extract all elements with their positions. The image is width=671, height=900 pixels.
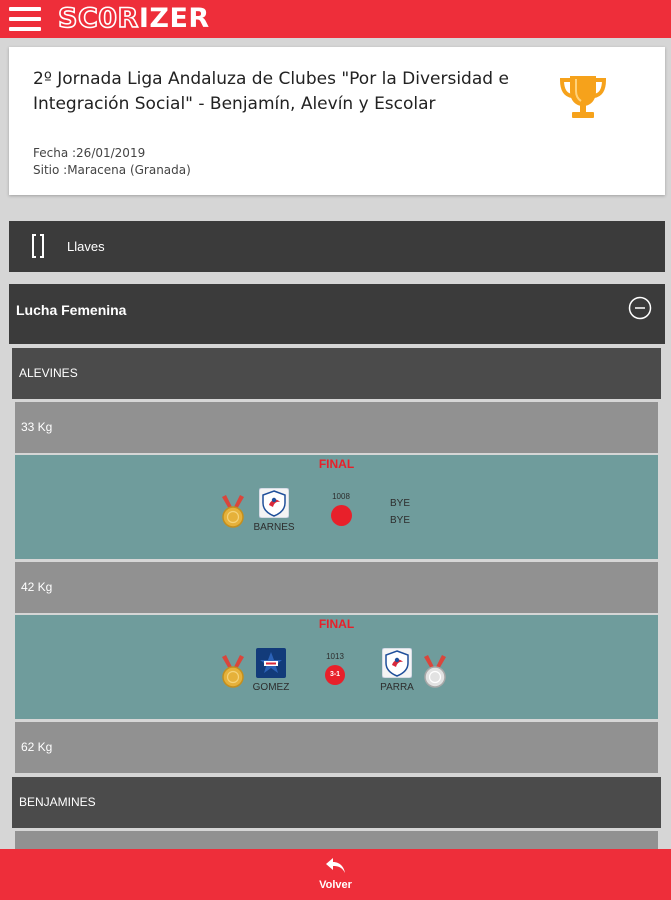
- weight-label: 33 Kg: [21, 420, 53, 434]
- bout-status-dot: [331, 505, 352, 526]
- athlete-name: PARRA: [380, 682, 414, 693]
- top-app-bar: SC0RIZER: [0, 0, 671, 38]
- match-card[interactable]: FINAL BARNES 1008 BYE BYE: [15, 455, 658, 559]
- bout-number: 1008: [332, 492, 350, 501]
- weight-42kg[interactable]: 42 Kg: [15, 562, 658, 613]
- club-logo-gomez: [256, 648, 286, 678]
- weight-33kg[interactable]: 33 Kg: [15, 402, 658, 453]
- athlete-name: BARNES: [253, 522, 295, 533]
- back-arrow-icon: [326, 858, 345, 873]
- weight-62kg[interactable]: 62 Kg: [15, 722, 658, 773]
- bout-score: 3-1: [325, 665, 345, 685]
- trophy-icon: [559, 76, 607, 118]
- silver-medal-icon: [424, 655, 446, 688]
- opponent-bye: BYE: [390, 498, 411, 509]
- category-label: BENJAMINES: [19, 795, 96, 809]
- bout-number: 1013: [326, 652, 344, 661]
- llaves-bar[interactable]: Llaves: [9, 221, 665, 272]
- weight-label: 42 Kg: [21, 580, 53, 594]
- gold-medal-icon: [222, 495, 244, 528]
- category-label: ALEVINES: [19, 366, 78, 380]
- opponent-bye: BYE: [390, 515, 411, 526]
- collapse-icon[interactable]: [628, 296, 652, 320]
- back-button[interactable]: Volver: [0, 849, 671, 900]
- club-logo-barnes: [259, 488, 289, 518]
- section-title: Lucha Femenina: [16, 302, 127, 318]
- event-title: 2º Jornada Liga Andaluza de Clubes "Por …: [33, 69, 509, 114]
- app-logo: SC0RIZER: [57, 2, 210, 35]
- event-date: Fecha :26/01/2019: [33, 146, 146, 160]
- weight-row-partial: [15, 831, 658, 851]
- section-header-lucha-femenina[interactable]: Lucha Femenina: [9, 284, 665, 344]
- match-card[interactable]: FINAL GOMEZ 1013 3-1 PARRA: [15, 615, 658, 719]
- weight-label: 62 Kg: [21, 740, 53, 754]
- llaves-label: Llaves: [67, 239, 105, 254]
- round-label: FINAL: [318, 457, 355, 471]
- event-card: 2º Jornada Liga Andaluza de Clubes "Por …: [9, 47, 665, 195]
- event-place: Sitio :Maracena (Granada): [33, 163, 191, 177]
- club-logo-parra: [382, 648, 412, 678]
- round-label: FINAL: [318, 617, 355, 631]
- bracket-icon: [32, 234, 44, 258]
- category-benjamines[interactable]: BENJAMINES: [12, 777, 661, 828]
- menu-icon[interactable]: [9, 7, 41, 31]
- athlete-name: GOMEZ: [252, 682, 290, 693]
- back-label: Volver: [319, 879, 352, 891]
- category-alevines[interactable]: ALEVINES: [12, 348, 661, 399]
